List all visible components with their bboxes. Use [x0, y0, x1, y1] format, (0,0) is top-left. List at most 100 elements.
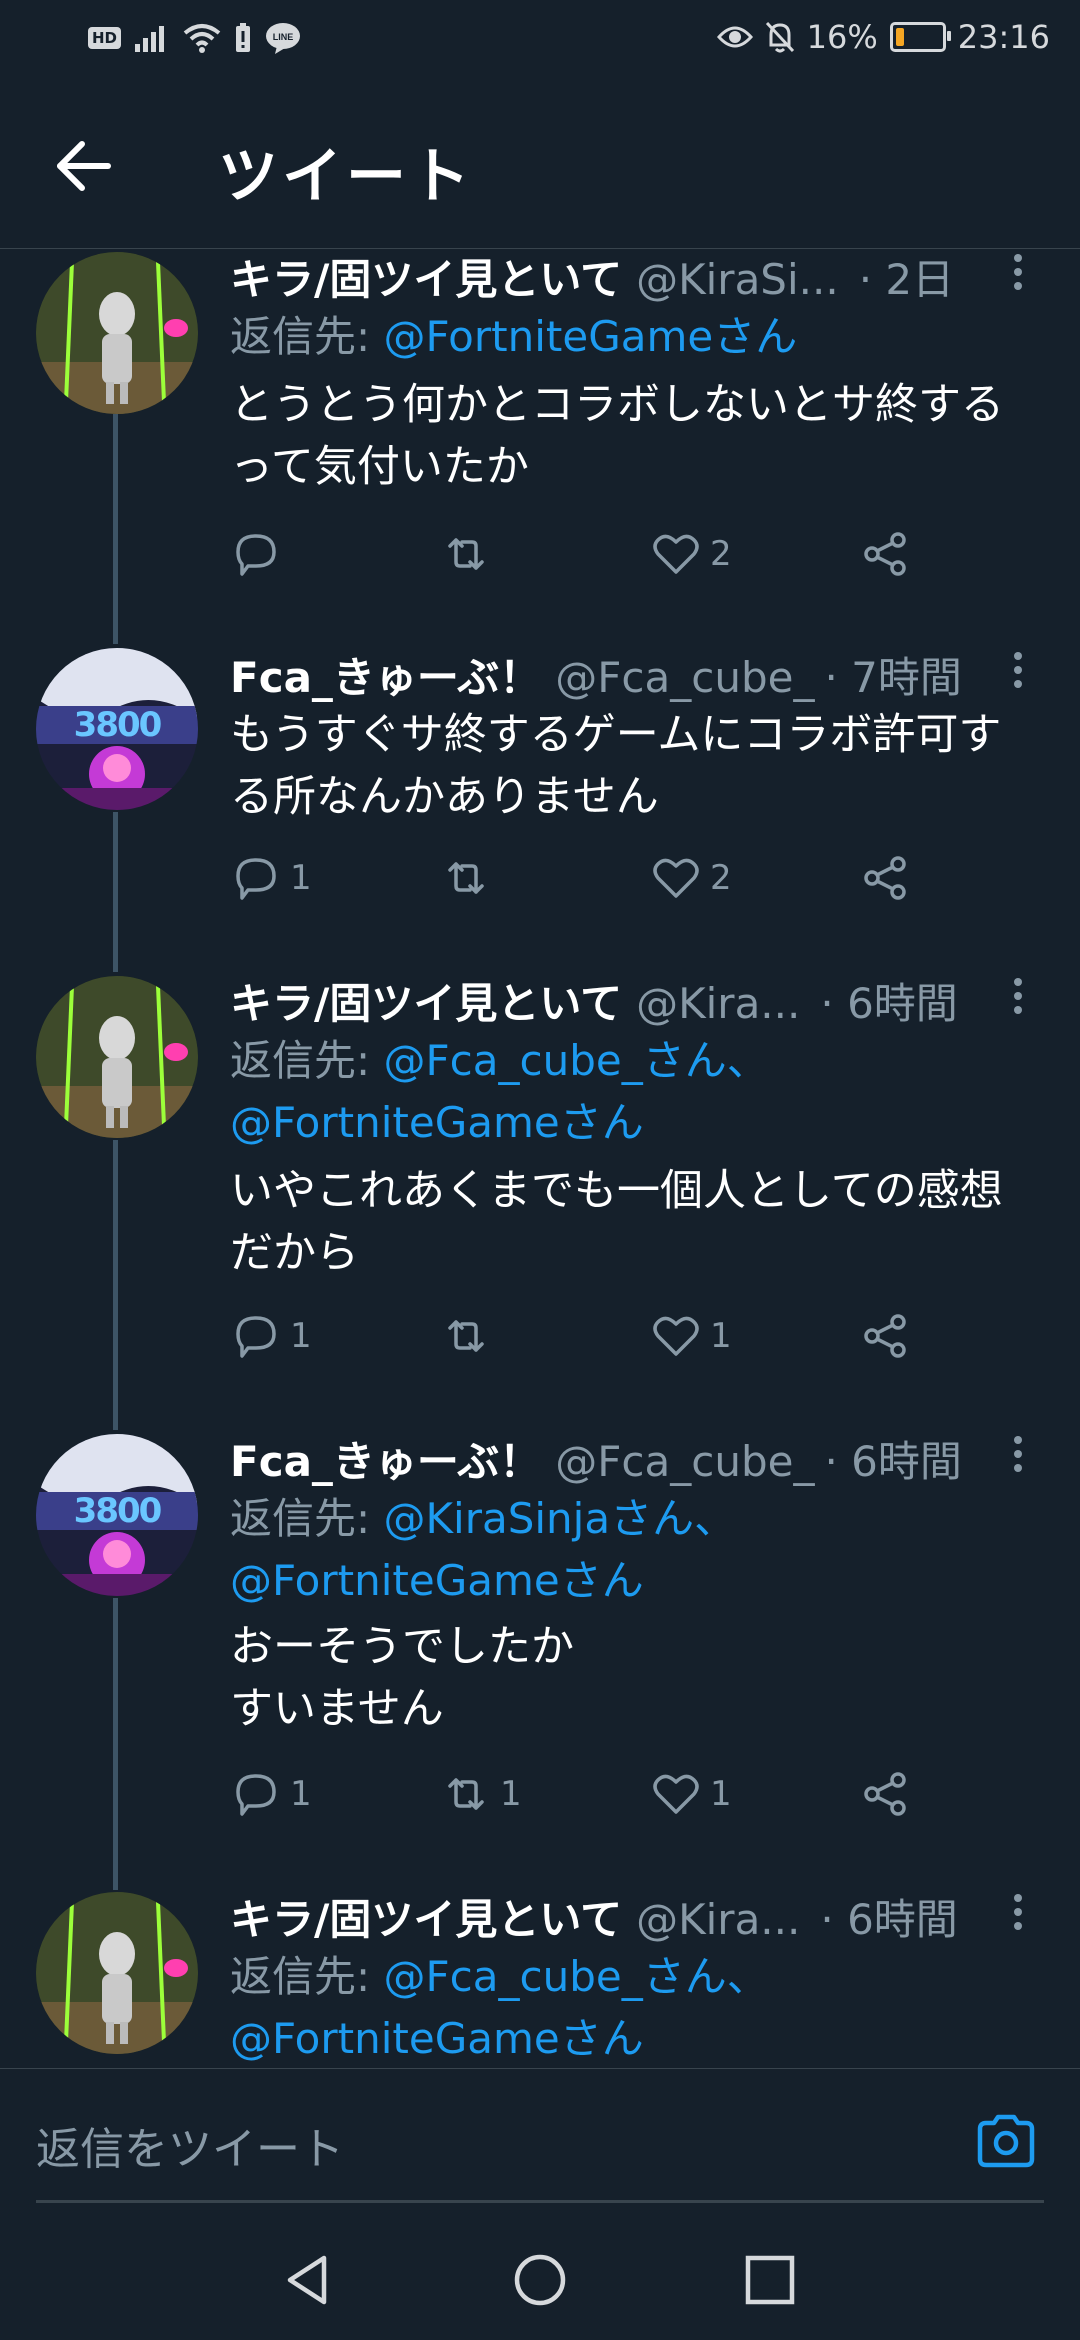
- mention-link[interactable]: @FortniteGameさん: [230, 1098, 644, 1147]
- reply-to-label: 返信先:: [230, 312, 384, 361]
- system-nav-bar: [0, 2214, 1080, 2340]
- line-app-icon: LINE: [266, 23, 301, 54]
- reply-icon: [236, 858, 276, 900]
- reply-button[interactable]: 1: [230, 1764, 312, 1824]
- signal-icon: [135, 26, 165, 52]
- tweet-timestamp: · 6時間: [824, 1437, 962, 1486]
- like-count: 1: [710, 1316, 732, 1356]
- tweet-timestamp: · 2日: [858, 255, 955, 304]
- tweet-author-handle[interactable]: @Kira...: [636, 1895, 800, 1944]
- tweet-author-name[interactable]: Fca_きゅーぶ！: [230, 1428, 541, 1489]
- retweet-button[interactable]: [440, 1306, 500, 1366]
- like-button[interactable]: 2: [650, 848, 732, 908]
- reply-icon: [236, 534, 276, 576]
- hd-indicator: HD: [88, 27, 122, 49]
- tweet-actions: 1 2: [230, 848, 930, 908]
- mute-bell-icon: [765, 21, 794, 53]
- tweet-author-name[interactable]: Fca_きゅーぶ！: [230, 644, 541, 705]
- reply-icon: [236, 1774, 276, 1816]
- reply-composer[interactable]: 返信をツイート: [0, 2068, 1080, 2209]
- tweet-timestamp: · 7時間: [824, 653, 962, 702]
- reply-divider: [36, 2200, 1044, 2203]
- reply-to-line: 返信先: @Fca_cube_さん、 @FortniteGameさん: [230, 1946, 1030, 2070]
- avatar[interactable]: [36, 648, 198, 810]
- like-count: 1: [710, 1774, 732, 1814]
- avatar[interactable]: [36, 252, 198, 414]
- top-app-bar: ツイート: [0, 84, 1080, 249]
- mention-link[interactable]: @Fca_cube_さん、: [384, 1036, 769, 1085]
- retweet-button[interactable]: 1: [440, 1764, 522, 1824]
- reply-to-line: 返信先: @Fca_cube_さん、 @FortniteGameさん: [230, 1030, 1030, 1154]
- line-app-label: LINE: [273, 32, 294, 42]
- avatar[interactable]: [36, 1434, 198, 1596]
- retweet-icon: [448, 1778, 484, 1810]
- battery-alert-icon: [236, 23, 251, 52]
- nav-recents-icon[interactable]: [742, 2252, 798, 2308]
- share-button[interactable]: [860, 1764, 912, 1824]
- like-button[interactable]: 1: [650, 1306, 732, 1366]
- mention-link[interactable]: @FortniteGameさん: [230, 1556, 644, 1605]
- more-options-icon[interactable]: [1006, 1436, 1030, 1480]
- share-icon: [864, 1772, 906, 1816]
- retweet-count: 1: [500, 1774, 522, 1814]
- eye-comfort-icon: [716, 26, 753, 48]
- retweet-button[interactable]: [440, 848, 500, 908]
- share-icon: [864, 856, 906, 900]
- more-options-icon[interactable]: [1006, 1894, 1030, 1938]
- tweet-actions: 1 1 1: [230, 1764, 930, 1824]
- tweet-actions: 2: [230, 524, 930, 584]
- like-button[interactable]: 2: [650, 524, 732, 584]
- more-options-icon[interactable]: [1006, 652, 1030, 696]
- reply-to-line: 返信先: @KiraSinjaさん、 @FortniteGameさん: [230, 1488, 1030, 1612]
- mention-link[interactable]: @FortniteGameさん: [230, 2014, 644, 2063]
- nav-back-icon[interactable]: [280, 2252, 336, 2308]
- reply-button[interactable]: 1: [230, 1306, 312, 1366]
- reply-button[interactable]: [230, 524, 290, 584]
- reply-count: 1: [290, 858, 312, 898]
- tweet-author-handle[interactable]: @KiraSi...: [636, 255, 839, 304]
- share-button[interactable]: [860, 524, 912, 584]
- back-arrow-icon[interactable]: [54, 136, 114, 196]
- nav-home-icon[interactable]: [512, 2252, 568, 2308]
- tweet-text: おーそうでしたか すいません: [230, 1622, 574, 1734]
- tweet-author-handle[interactable]: @Fca_cube_: [555, 1437, 814, 1486]
- reply-icon: [236, 1316, 276, 1358]
- tweet-author-handle[interactable]: @Fca_cube_: [555, 653, 814, 702]
- like-count: 2: [710, 858, 732, 898]
- retweet-button[interactable]: [440, 524, 500, 584]
- reply-button[interactable]: 1: [230, 848, 312, 908]
- retweet-icon: [448, 538, 484, 570]
- camera-icon[interactable]: [976, 2113, 1036, 2169]
- reply-to-line: 返信先: @FortniteGameさん: [230, 306, 1030, 368]
- reply-to-label: 返信先:: [230, 1036, 384, 1085]
- mention-link[interactable]: @Fca_cube_さん、: [384, 1952, 769, 2001]
- share-button[interactable]: [860, 1306, 912, 1366]
- thread-connector: [113, 1598, 118, 1890]
- like-count: 2: [710, 534, 732, 574]
- tweet-author-handle[interactable]: @Kira...: [636, 979, 800, 1028]
- status-bar: HD LINE 16% 23:16: [0, 0, 1080, 84]
- more-options-icon[interactable]: [1006, 254, 1030, 298]
- heart-icon: [653, 1774, 699, 1814]
- reply-count: 1: [290, 1774, 312, 1814]
- battery-icon: [889, 22, 951, 52]
- avatar[interactable]: [36, 1892, 198, 2054]
- tweet-author-name[interactable]: キラ/固ツイ見といて: [230, 1886, 622, 1947]
- reply-count: 1: [290, 1316, 312, 1356]
- battery-percent: 16%: [806, 18, 878, 56]
- more-options-icon[interactable]: [1006, 978, 1030, 1022]
- avatar[interactable]: [36, 976, 198, 1138]
- mention-link[interactable]: @FortniteGameさん: [384, 312, 798, 361]
- thread-connector: [113, 812, 118, 972]
- reply-input[interactable]: 返信をツイート: [36, 2113, 344, 2177]
- mention-link[interactable]: @KiraSinjaさん、: [384, 1494, 737, 1543]
- share-button[interactable]: [860, 848, 912, 908]
- like-button[interactable]: 1: [650, 1764, 732, 1824]
- wifi-icon: [183, 24, 221, 53]
- clock: 23:16: [957, 18, 1050, 56]
- tweet-timestamp: · 6時間: [820, 1895, 958, 1944]
- retweet-icon: [448, 1320, 484, 1352]
- thread-connector: [113, 414, 118, 644]
- tweet-author-name[interactable]: キラ/固ツイ見といて: [230, 246, 622, 307]
- tweet-author-name[interactable]: キラ/固ツイ見といて: [230, 970, 622, 1031]
